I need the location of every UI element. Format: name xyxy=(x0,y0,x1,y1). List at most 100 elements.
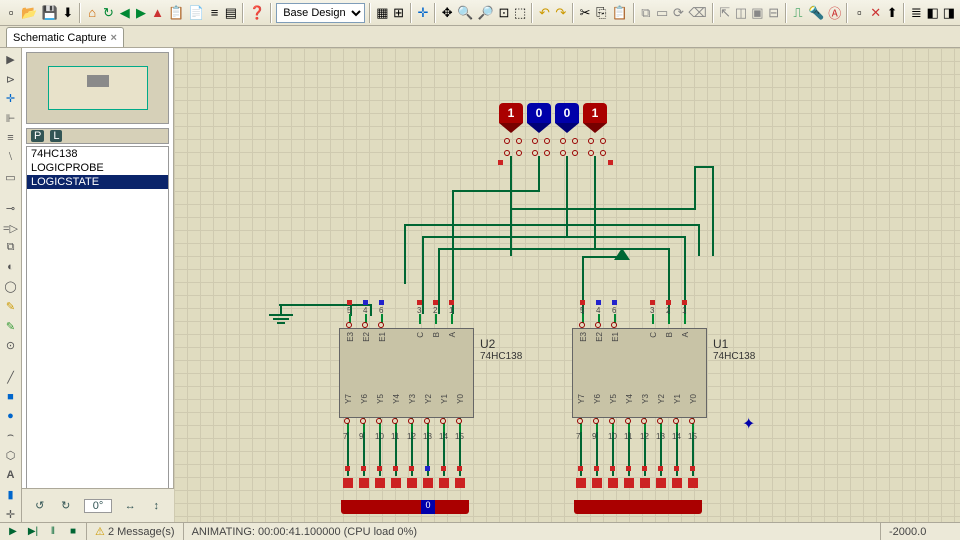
logic-state[interactable]: 1 xyxy=(499,103,523,133)
stop-icon[interactable]: ■ xyxy=(66,525,80,539)
home-icon[interactable]: ⌂ xyxy=(85,3,99,23)
probe-i-icon[interactable]: ✎ xyxy=(3,318,19,334)
pin-icon[interactable]: =▷ xyxy=(3,220,19,236)
redo-icon[interactable]: ↷ xyxy=(554,3,568,23)
logic-probe[interactable] xyxy=(624,478,634,488)
step-icon[interactable]: ▶| xyxy=(26,525,40,539)
terminal-icon[interactable]: ⊸ xyxy=(3,201,19,217)
device-list[interactable]: 74HC138 LOGICPROBE LOGICSTATE xyxy=(26,146,169,518)
nav-up-icon[interactable]: ▲ xyxy=(150,3,165,23)
marker-icon[interactable]: ✛ xyxy=(3,506,19,522)
subckt-icon[interactable]: ▭ xyxy=(3,169,19,185)
text-icon[interactable]: ≡ xyxy=(3,130,19,146)
play-icon[interactable]: ▶ xyxy=(6,525,20,539)
logic-probe[interactable] xyxy=(672,478,682,488)
logic-probe[interactable] xyxy=(423,478,433,488)
flip-v-icon[interactable]: ↕ xyxy=(148,498,164,514)
new-icon[interactable]: ▫ xyxy=(4,3,18,23)
logic-state[interactable]: 1 xyxy=(583,103,607,133)
list-item[interactable]: LOGICPROBE xyxy=(27,161,168,175)
circle-icon[interactable]: ● xyxy=(3,408,19,424)
snap-icon[interactable]: ⊞ xyxy=(391,3,405,23)
wire-auto-icon[interactable]: ⎍ xyxy=(791,3,805,23)
logic-probe[interactable] xyxy=(656,478,666,488)
logic-state[interactable]: 0 xyxy=(555,103,579,133)
align-icon[interactable]: ≣ xyxy=(909,3,923,23)
text2-icon[interactable]: A xyxy=(3,467,19,483)
overview[interactable] xyxy=(26,52,169,124)
logic-probe[interactable] xyxy=(592,478,602,488)
chip-u1[interactable]: U1 74HC138 xyxy=(572,328,707,418)
search-icon[interactable]: 🔦 xyxy=(807,3,825,23)
save-icon[interactable]: 💾 xyxy=(40,3,58,23)
make-icon[interactable]: ◫ xyxy=(734,3,748,23)
cut-icon[interactable]: ✂ xyxy=(578,3,592,23)
del-sheet-icon[interactable]: ✕ xyxy=(869,3,883,23)
list-item[interactable]: 74HC138 xyxy=(27,147,168,161)
rot-ccw-icon[interactable]: ↺ xyxy=(32,498,48,514)
refresh-icon[interactable]: ↻ xyxy=(101,3,115,23)
schematic-canvas[interactable]: 1 0 0 1 U2 74HC138 U1 74HC138 ✦ 5E34E26E… xyxy=(174,48,960,522)
close-icon[interactable]: × xyxy=(111,32,117,44)
paste-icon[interactable]: 📋 xyxy=(611,3,629,23)
erc-icon[interactable]: ≡ xyxy=(207,3,221,23)
undo-icon[interactable]: ↶ xyxy=(537,3,551,23)
grid-toggle-icon[interactable]: ▦ xyxy=(375,3,389,23)
open-icon[interactable]: 📂 xyxy=(20,3,38,23)
logic-probe[interactable] xyxy=(608,478,618,488)
zoomout-icon[interactable]: 🔎 xyxy=(477,3,495,23)
block-del-icon[interactable]: ⌫ xyxy=(688,3,708,23)
logic-probe[interactable] xyxy=(439,478,449,488)
select-icon[interactable]: ▶ xyxy=(3,52,19,68)
nav-fwd-icon[interactable]: ▶ xyxy=(134,3,148,23)
box-icon[interactable]: ■ xyxy=(3,389,19,405)
logic-probe[interactable] xyxy=(640,478,650,488)
p-button[interactable]: P xyxy=(31,130,44,142)
tab-schematic[interactable]: Schematic Capture × xyxy=(6,27,124,47)
graph-icon[interactable]: ⧉ xyxy=(3,240,19,256)
pick-icon[interactable]: ⇱ xyxy=(718,3,732,23)
status-messages[interactable]: ⚠ 2 Message(s) xyxy=(86,523,183,540)
zoomfit-icon[interactable]: ⊡ xyxy=(497,3,511,23)
junction-icon[interactable]: ✛ xyxy=(3,91,19,107)
pause-icon[interactable]: ‖ xyxy=(46,525,60,539)
logic-probe[interactable] xyxy=(391,478,401,488)
block-copy-icon[interactable]: ⧉ xyxy=(639,3,653,23)
help-icon[interactable]: ❓ xyxy=(248,3,266,23)
logic-probe[interactable] xyxy=(688,478,698,488)
netlist-icon[interactable]: ▤ xyxy=(224,3,238,23)
design-mode-select[interactable]: Base Design xyxy=(276,3,365,23)
bom-icon[interactable]: 📄 xyxy=(187,3,205,23)
rot-cw-icon[interactable]: ↻ xyxy=(58,498,74,514)
property-icon[interactable]: Ⓐ xyxy=(827,3,842,23)
copy-icon[interactable]: ⎘ xyxy=(594,3,608,23)
label-icon[interactable]: ⊩ xyxy=(3,111,19,127)
package-icon[interactable]: ▣ xyxy=(750,3,764,23)
pan-icon[interactable]: ✥ xyxy=(440,3,454,23)
logic-probe[interactable] xyxy=(343,478,353,488)
decomp-icon[interactable]: ⊟ xyxy=(767,3,781,23)
component-icon[interactable]: ⊳ xyxy=(3,72,19,88)
probe-v-icon[interactable]: ✎ xyxy=(3,299,19,315)
exit-parent-icon[interactable]: ⬆ xyxy=(885,3,899,23)
path-icon[interactable]: ⬡ xyxy=(3,448,19,464)
logic-probe[interactable] xyxy=(375,478,385,488)
origin-icon[interactable]: ✛ xyxy=(416,3,430,23)
zoomarea-icon[interactable]: ⬚ xyxy=(513,3,527,23)
block-move-icon[interactable]: ▭ xyxy=(655,3,669,23)
list-item[interactable]: LOGICSTATE xyxy=(27,175,168,189)
logic-state[interactable]: 0 xyxy=(527,103,551,133)
symbol-icon[interactable]: ▮ xyxy=(3,487,19,503)
logic-probe[interactable] xyxy=(407,478,417,488)
new-sheet-icon[interactable]: ▫ xyxy=(852,3,866,23)
line-icon[interactable]: ╱ xyxy=(3,369,19,385)
nav-back-icon[interactable]: ◀ xyxy=(118,3,132,23)
zoomin-icon[interactable]: 🔍 xyxy=(456,3,474,23)
tool2-icon[interactable]: ◨ xyxy=(942,3,956,23)
import-icon[interactable]: ⬇ xyxy=(61,3,75,23)
flip-h-icon[interactable]: ↔ xyxy=(122,498,138,514)
logic-probe[interactable] xyxy=(455,478,465,488)
chip-u2[interactable]: U2 74HC138 xyxy=(339,328,474,418)
report-icon[interactable]: 📋 xyxy=(167,3,185,23)
block-rotate-icon[interactable]: ⟳ xyxy=(671,3,685,23)
